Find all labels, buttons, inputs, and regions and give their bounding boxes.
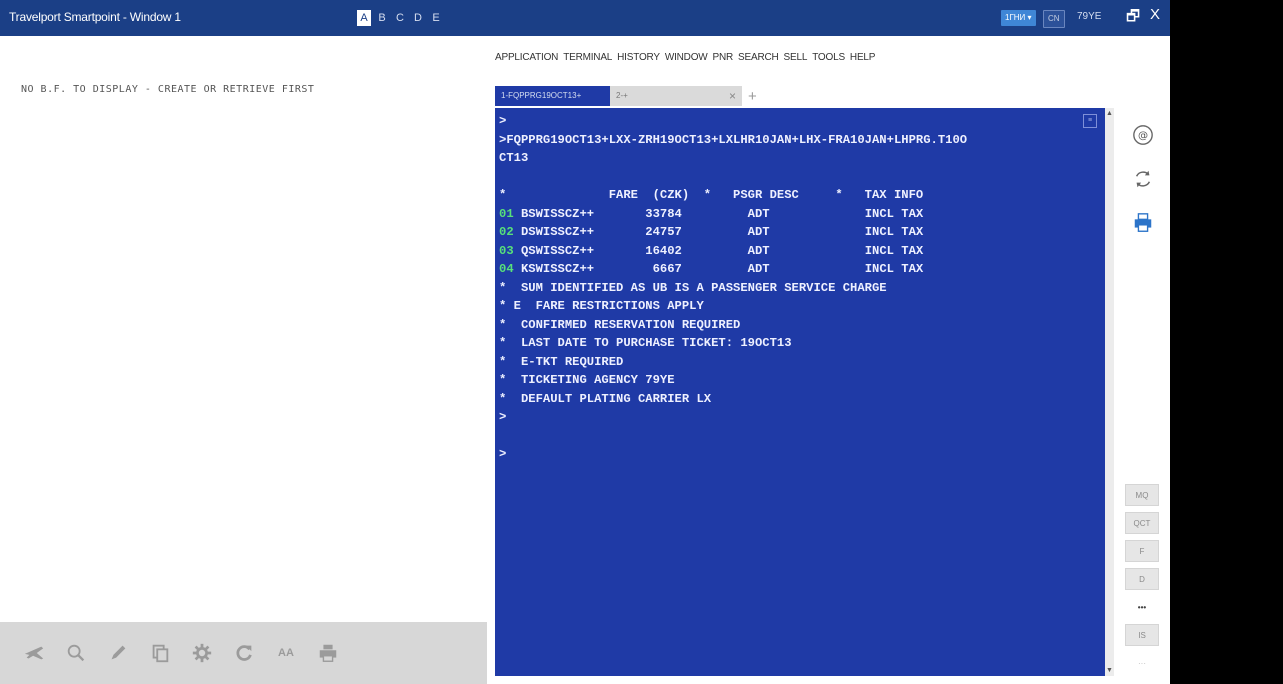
menu-bar: APPLICATION TERMINAL HISTORY WINDOW PNR … xyxy=(495,52,875,63)
terminal-output: > >FQPPRG19OCT13+LXX-ZRH19OCT13+LXLHR10JA… xyxy=(499,112,967,464)
side-button-is[interactable]: IS xyxy=(1125,624,1159,646)
svg-text:@: @ xyxy=(1138,131,1148,142)
print-icon[interactable] xyxy=(1128,208,1158,238)
menu-history[interactable]: HISTORY xyxy=(617,52,660,63)
refresh-icon[interactable] xyxy=(232,641,256,665)
menu-window[interactable]: WINDOW xyxy=(665,52,708,63)
window-tab-e[interactable]: E xyxy=(429,10,443,26)
terminal-line: >FQPPRG19OCT13+LXX-ZRH19OCT13+LXLHR10JAN… xyxy=(499,132,968,147)
bottom-toolbar: AA xyxy=(0,622,487,684)
side-button-f[interactable]: F xyxy=(1125,540,1159,562)
menu-sell[interactable]: SELL xyxy=(784,52,808,63)
plane-icon[interactable] xyxy=(22,641,46,665)
host-selector[interactable]: 1ГНИ ▾ xyxy=(1001,10,1036,26)
terminal-line: 02 DSWISSCZ++ 24757 ADT INCL TAX xyxy=(499,225,924,239)
booking-file-panel: NO B.F. TO DISPLAY - CREATE OR RETRIEVE … xyxy=(0,36,487,684)
terminal-line: 03 QSWISSCZ++ 16402 ADT INCL TAX xyxy=(499,243,924,258)
side-button-mq[interactable]: MQ xyxy=(1125,484,1159,506)
terminal-line: > xyxy=(499,114,507,128)
cn-toggle[interactable]: CN xyxy=(1043,10,1065,28)
booking-file-message: NO B.F. TO DISPLAY - CREATE OR RETRIEVE … xyxy=(21,84,315,95)
window-tabs: A B C D E xyxy=(357,10,443,26)
sync-icon[interactable] xyxy=(1128,164,1158,194)
pencil-icon[interactable] xyxy=(106,641,130,665)
window-tab-a[interactable]: A xyxy=(357,10,371,26)
side-button-d[interactable]: D xyxy=(1125,568,1159,590)
terminal-tab-bar: 1-FQPPRG19OCT13+ 2-+ × + xyxy=(495,84,757,108)
terminal-line: > xyxy=(499,447,507,461)
terminal-line: * LAST DATE TO PURCHASE TICKET: 19OCT13 xyxy=(499,336,792,350)
search-icon[interactable] xyxy=(64,641,88,665)
terminal-tab-2[interactable]: 2-+ × xyxy=(610,86,742,106)
close-icon[interactable]: X xyxy=(1150,6,1160,23)
terminal-line: CT13 xyxy=(499,151,529,165)
print-icon[interactable] xyxy=(316,641,340,665)
menu-terminal[interactable]: TERMINAL xyxy=(563,52,612,63)
menu-tools[interactable]: TOOLS xyxy=(812,52,845,63)
terminal-line: * E-TKT REQUIRED xyxy=(499,354,624,369)
title-bar: Travelport Smartpoint - Window 1 A B C D… xyxy=(0,0,1170,36)
window-tab-d[interactable]: D xyxy=(411,10,425,26)
menu-search[interactable]: SEARCH xyxy=(738,52,779,63)
cn-pill[interactable]: CN xyxy=(1043,10,1065,28)
copy-icon[interactable] xyxy=(148,641,172,665)
menu-pnr[interactable]: PNR xyxy=(713,52,734,63)
window-title: Travelport Smartpoint - Window 1 xyxy=(9,10,181,24)
text-size-icon[interactable]: AA xyxy=(274,641,298,665)
close-tab-icon[interactable]: × xyxy=(729,86,736,106)
scroll-down-icon[interactable]: ▼ xyxy=(1106,667,1113,674)
terminal-screen[interactable]: > >FQPPRG19OCT13+LXX-ZRH19OCT13+LXLHR10JA… xyxy=(495,108,1105,676)
add-tab-icon[interactable]: + xyxy=(748,88,757,105)
host-dropdown[interactable]: 1ГНИ ▾ xyxy=(1001,10,1036,26)
at-sign-icon[interactable]: @ xyxy=(1128,120,1158,150)
side-button-qct[interactable]: QCT xyxy=(1125,512,1159,534)
app-window: Travelport Smartpoint - Window 1 A B C D… xyxy=(0,0,1170,684)
terminal-line: * DEFAULT PLATING CARRIER LX xyxy=(499,391,712,406)
terminal-line: > xyxy=(499,410,507,424)
terminal-line: 04 KSWISSCZ++ 6667 ADT INCL TAX xyxy=(499,262,924,276)
pcc-label: 79YE xyxy=(1077,11,1102,22)
side-button-extra[interactable]: ··· xyxy=(1125,652,1159,674)
terminal-line: * FARE (CZK) * PSGR DESC * TAX INFO xyxy=(499,188,924,202)
terminal-line: 01 BSWISSCZ++ 33784 ADT INCL TAX xyxy=(499,206,924,221)
scroll-up-icon[interactable]: ▲ xyxy=(1106,110,1113,117)
menu-help[interactable]: HELP xyxy=(850,52,876,63)
window-tab-b[interactable]: B xyxy=(375,10,389,26)
gear-icon[interactable] xyxy=(190,641,214,665)
terminal-scrollbar[interactable]: ▲ ▼ xyxy=(1105,108,1114,676)
terminal-tab-2-label: 2-+ xyxy=(616,91,628,100)
terminal-line: * CONFIRMED RESERVATION REQUIRED xyxy=(499,317,741,332)
terminal-line: * SUM IDENTIFIED AS UB IS A PASSENGER SE… xyxy=(499,280,887,295)
terminal-menu-icon[interactable]: ≡ xyxy=(1083,114,1097,128)
terminal-line: * E FARE RESTRICTIONS APPLY xyxy=(499,299,704,313)
more-icon[interactable]: ••• xyxy=(1125,596,1159,618)
window-tab-c[interactable]: C xyxy=(393,10,407,26)
menu-application[interactable]: APPLICATION xyxy=(495,52,558,63)
restore-icon[interactable]: 🗗 xyxy=(1126,6,1140,31)
terminal-line: * TICKETING AGENCY 79YE xyxy=(499,373,675,387)
terminal-tab-1[interactable]: 1-FQPPRG19OCT13+ xyxy=(495,86,610,106)
